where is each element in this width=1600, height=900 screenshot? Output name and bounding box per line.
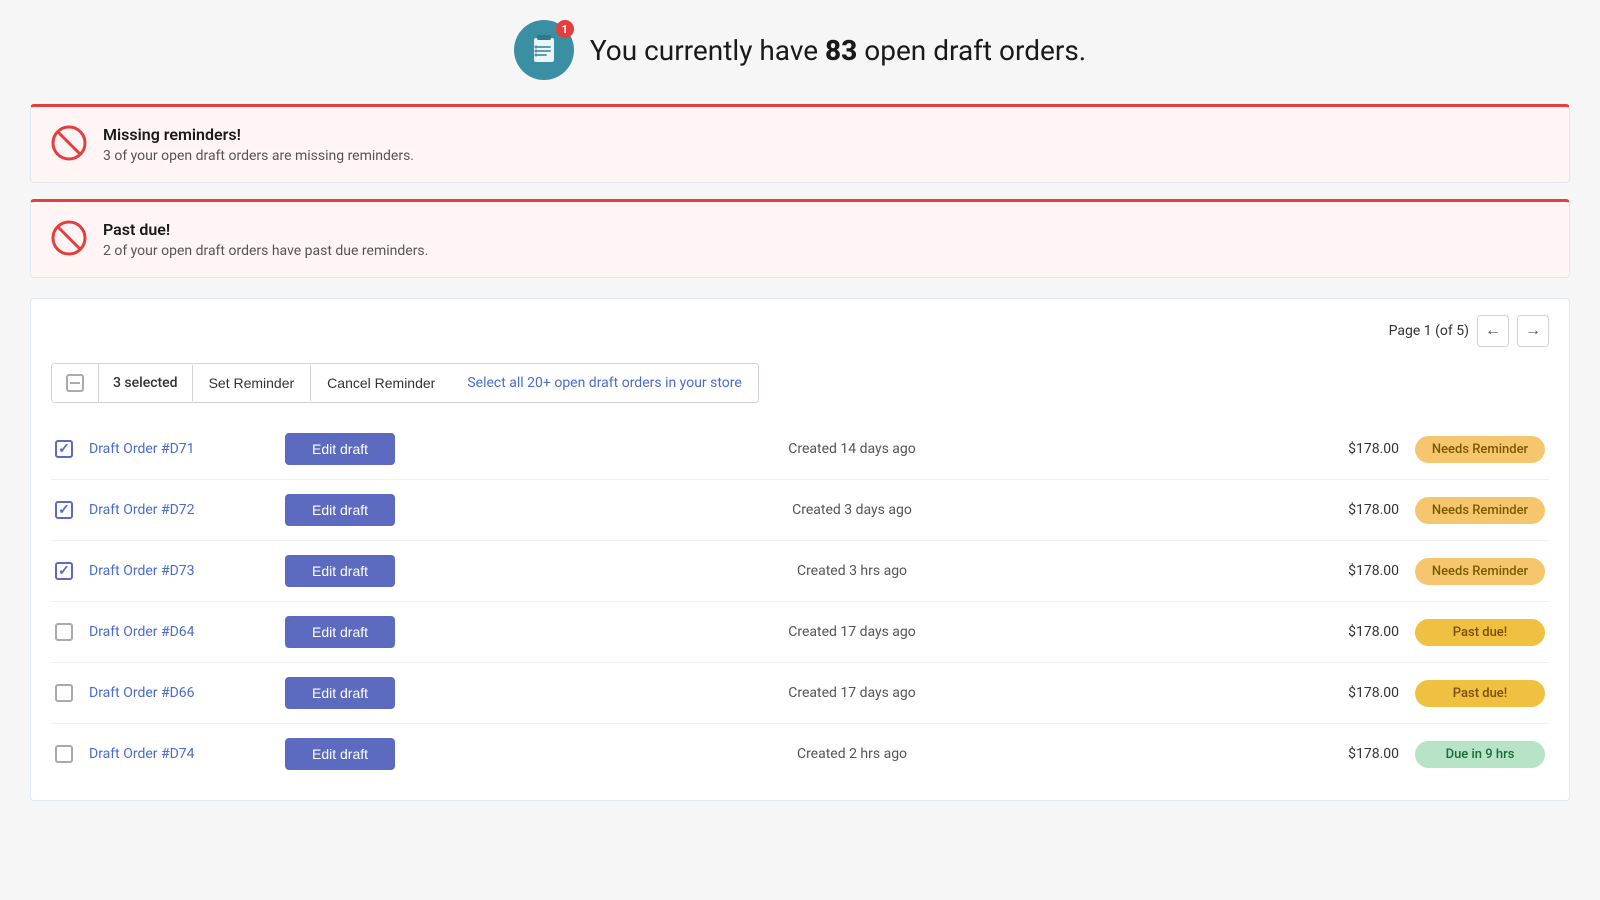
order-checkbox[interactable] <box>55 745 73 763</box>
set-reminder-button[interactable]: Set Reminder <box>193 365 312 401</box>
order-checkbox[interactable] <box>55 623 73 641</box>
order-checkbox[interactable]: ✓ <box>55 562 73 580</box>
alert-description: 3 of your open draft orders are missing … <box>103 148 414 164</box>
edit-draft-button[interactable]: Edit draft <box>285 616 395 648</box>
table-row: ✓ Draft Order #D71 Edit draft Created 14… <box>51 419 1549 480</box>
status-badge: Past due! <box>1415 680 1545 707</box>
bulk-action-toolbar: 3 selected Set Reminder Cancel Reminder … <box>51 363 759 403</box>
alert-title: Missing reminders! <box>103 125 414 144</box>
order-created-date: Created 17 days ago <box>411 624 1293 640</box>
edit-draft-button[interactable]: Edit draft <box>285 555 395 587</box>
pagination-text: Page 1 (of 5) <box>1389 323 1469 339</box>
order-amount: $178.00 <box>1309 685 1399 701</box>
order-created-date: Created 3 days ago <box>411 502 1293 518</box>
indeterminate-line <box>70 382 80 384</box>
order-checkbox[interactable]: ✓ <box>55 501 73 519</box>
status-badge: Needs Reminder <box>1415 558 1545 585</box>
no-ban-icon <box>51 125 87 161</box>
order-name-link[interactable]: Draft Order #D73 <box>89 563 269 579</box>
edit-draft-button[interactable]: Edit draft <box>285 433 395 465</box>
order-name-link[interactable]: Draft Order #D74 <box>89 746 269 762</box>
app-icon-container: 1 <box>514 20 574 80</box>
checklist-icon <box>527 33 561 67</box>
alert-title: Past due! <box>103 220 428 239</box>
order-amount: $178.00 <box>1309 624 1399 640</box>
alert-past-due: Past due! 2 of your open draft orders ha… <box>30 199 1570 278</box>
header-title: You currently have 83 open draft orders. <box>590 34 1086 67</box>
next-page-button[interactable]: → <box>1517 315 1549 347</box>
no-ban-icon <box>51 220 87 256</box>
order-created-date: Created 14 days ago <box>411 441 1293 457</box>
alerts-container: Missing reminders! 3 of your open draft … <box>30 104 1570 278</box>
pagination-row: Page 1 (of 5) ← → <box>51 315 1549 347</box>
header-title-suffix: open draft orders. <box>857 34 1086 67</box>
order-amount: $178.00 <box>1309 746 1399 762</box>
alert-description: 2 of your open draft orders have past du… <box>103 243 428 259</box>
prev-page-button[interactable]: ← <box>1477 315 1509 347</box>
table-row: Draft Order #D66 Edit draft Created 17 d… <box>51 663 1549 724</box>
order-created-date: Created 17 days ago <box>411 685 1293 701</box>
header-title-count: 83 <box>825 34 857 67</box>
order-name-link[interactable]: Draft Order #D64 <box>89 624 269 640</box>
order-created-date: Created 3 hrs ago <box>411 563 1293 579</box>
header-title-prefix: You currently have <box>590 34 825 67</box>
cancel-reminder-button[interactable]: Cancel Reminder <box>311 365 451 401</box>
table-row: Draft Order #D64 Edit draft Created 17 d… <box>51 602 1549 663</box>
indeterminate-checkbox-icon <box>66 374 84 392</box>
order-amount: $178.00 <box>1309 441 1399 457</box>
order-created-date: Created 2 hrs ago <box>411 746 1293 762</box>
order-checkbox[interactable]: ✓ <box>55 440 73 458</box>
status-badge: Past due! <box>1415 619 1545 646</box>
edit-draft-button[interactable]: Edit draft <box>285 677 395 709</box>
table-row: ✓ Draft Order #D72 Edit draft Created 3 … <box>51 480 1549 541</box>
alert-missing-reminders: Missing reminders! 3 of your open draft … <box>30 104 1570 183</box>
notification-badge: 1 <box>556 20 574 38</box>
page-header: 1 You currently have 83 open draft order… <box>30 20 1570 80</box>
status-badge: Due in 9 hrs <box>1415 741 1545 768</box>
edit-draft-button[interactable]: Edit draft <box>285 494 395 526</box>
order-amount: $178.00 <box>1309 563 1399 579</box>
order-name-link[interactable]: Draft Order #D72 <box>89 502 269 518</box>
alert-content: Past due! 2 of your open draft orders ha… <box>103 220 428 259</box>
order-checkbox[interactable] <box>55 684 73 702</box>
table-row: Draft Order #D74 Edit draft Created 2 hr… <box>51 724 1549 784</box>
selected-count-label: 3 selected <box>99 365 193 401</box>
orders-list: ✓ Draft Order #D71 Edit draft Created 14… <box>51 419 1549 784</box>
edit-draft-button[interactable]: Edit draft <box>285 738 395 770</box>
order-name-link[interactable]: Draft Order #D66 <box>89 685 269 701</box>
order-name-link[interactable]: Draft Order #D71 <box>89 441 269 457</box>
order-amount: $178.00 <box>1309 502 1399 518</box>
table-row: ✓ Draft Order #D73 Edit draft Created 3 … <box>51 541 1549 602</box>
alert-content: Missing reminders! 3 of your open draft … <box>103 125 414 164</box>
orders-table-card: Page 1 (of 5) ← → 3 selected Set Reminde… <box>30 298 1570 801</box>
app-icon-circle: 1 <box>514 20 574 80</box>
status-badge: Needs Reminder <box>1415 436 1545 463</box>
select-all-link[interactable]: Select all 20+ open draft orders in your… <box>451 365 757 401</box>
select-all-checkbox[interactable] <box>52 364 99 402</box>
status-badge: Needs Reminder <box>1415 497 1545 524</box>
